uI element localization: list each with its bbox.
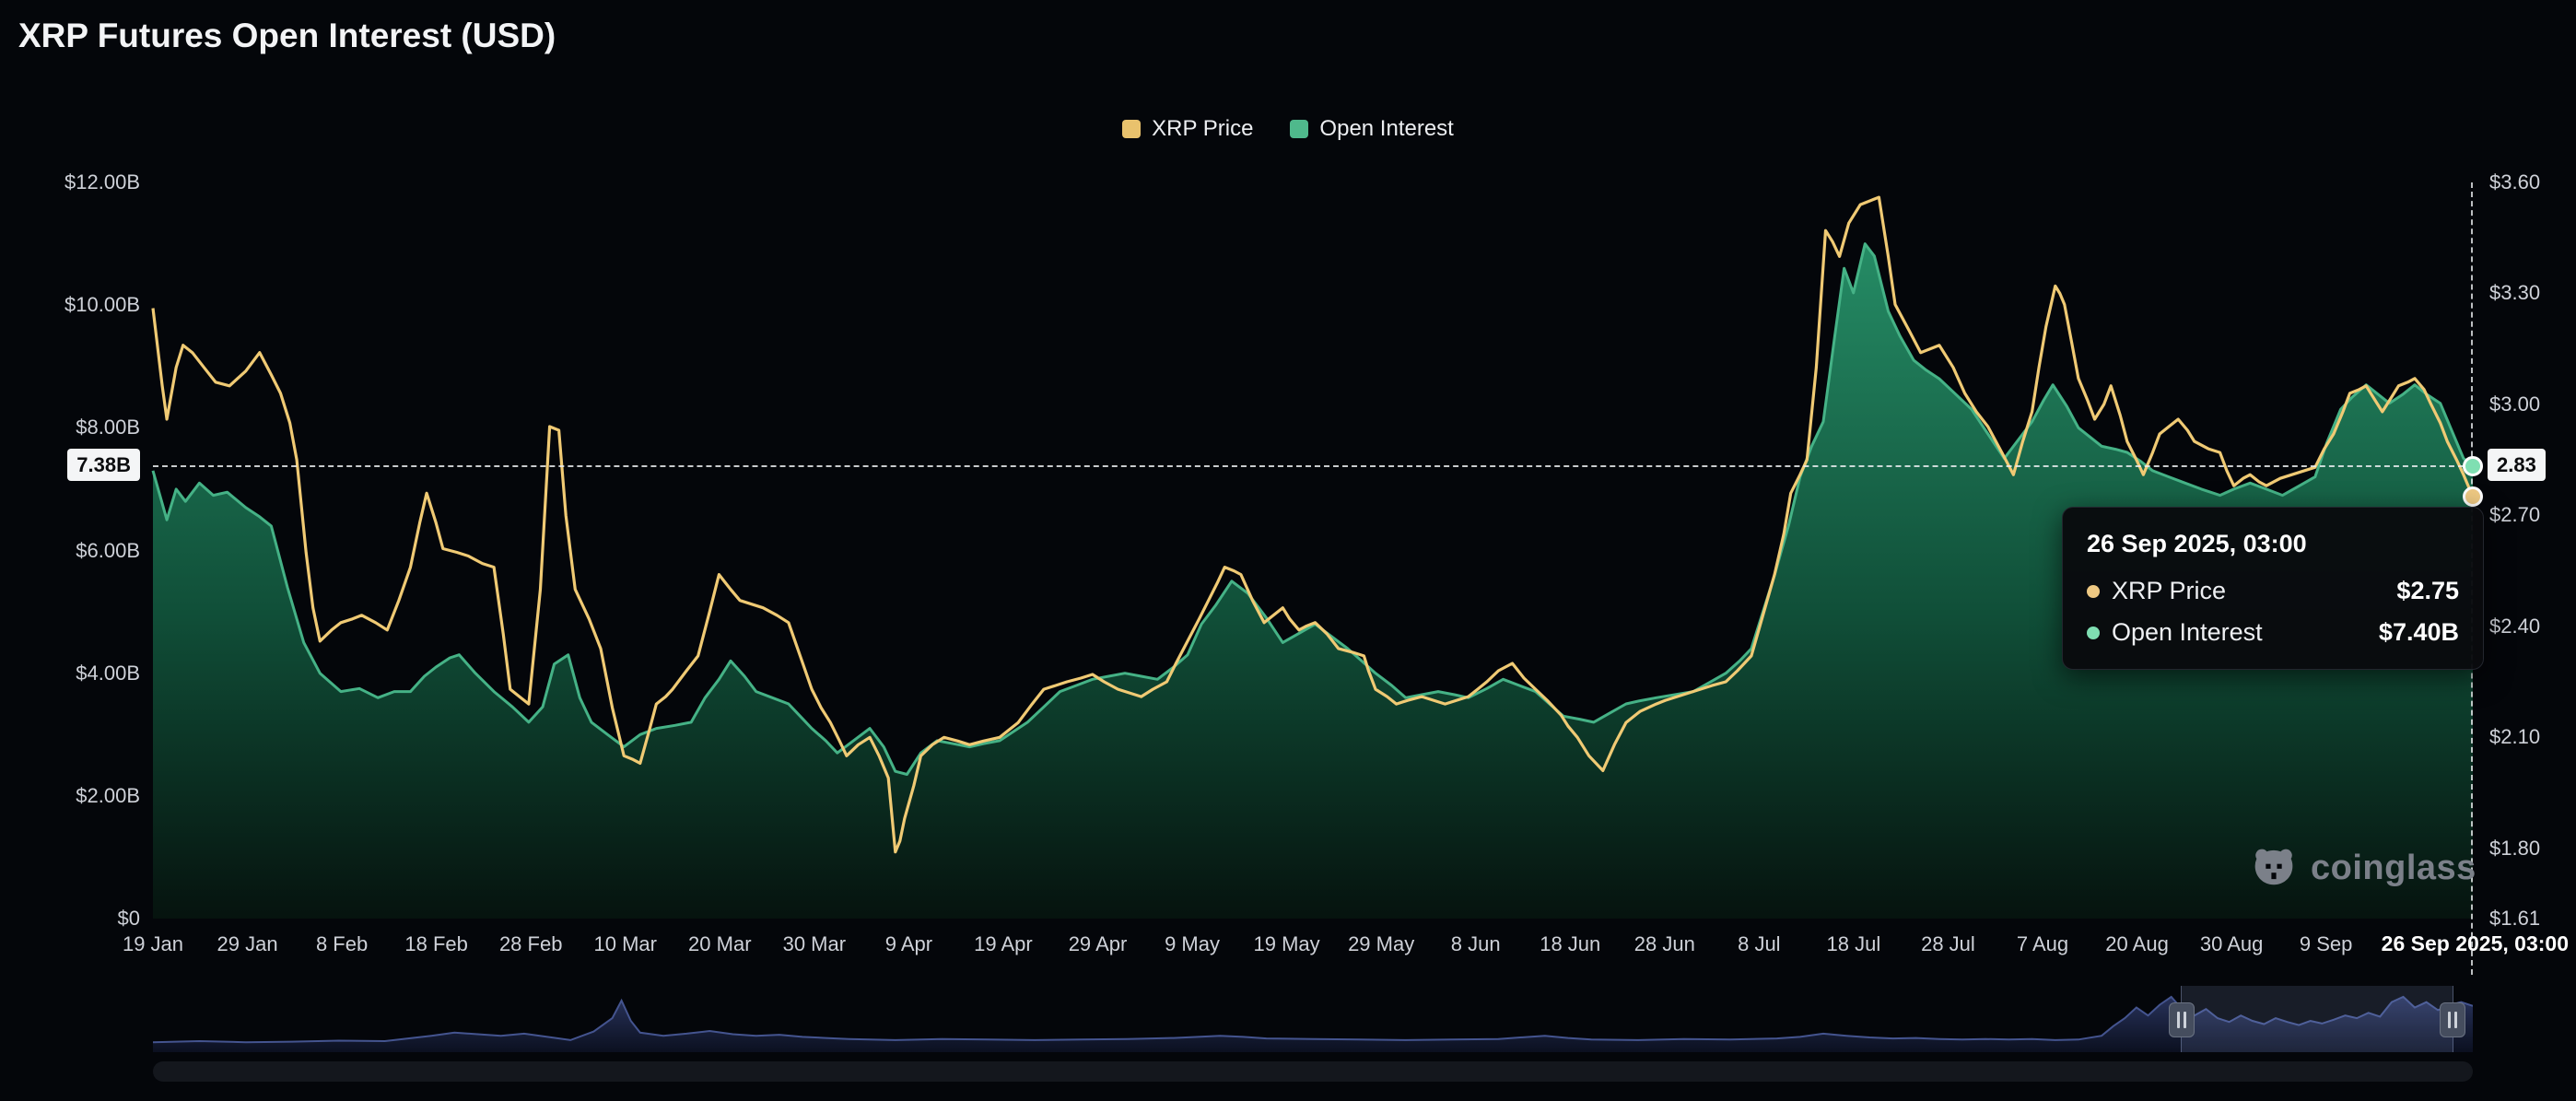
x-axis-tick: 29 May xyxy=(1348,932,1414,956)
x-axis-tick: 9 Apr xyxy=(885,932,932,956)
x-axis-tick: 30 Mar xyxy=(783,932,846,956)
x-axis-tick: 9 May xyxy=(1165,932,1220,956)
x-axis-tick: 29 Jan xyxy=(217,932,278,956)
current-oi-axis-label: 7.38B xyxy=(67,449,140,482)
chart-legend: XRP Price Open Interest xyxy=(0,116,2576,142)
grip-icon xyxy=(2184,1012,2186,1028)
grip-icon xyxy=(2177,1012,2180,1028)
legend-label-xrp-price: XRP Price xyxy=(1152,116,1253,142)
chart-tooltip: 26 Sep 2025, 03:00 XRP Price $2.75 Open … xyxy=(2062,507,2484,670)
x-axis-tick: 19 Apr xyxy=(974,932,1033,956)
watermark-text: coinglass xyxy=(2311,849,2476,888)
x-axis-tick: 19 May xyxy=(1254,932,1320,956)
left-axis-tick: $12.00B xyxy=(0,170,140,194)
xrp-price-swatch-icon xyxy=(1122,120,1141,138)
right-axis-tick: $3.00 xyxy=(2489,392,2540,416)
xrp-price-dot-icon xyxy=(2087,585,2100,598)
open-interest-current-dot-icon xyxy=(2463,456,2483,476)
tooltip-row-open-interest: Open Interest $7.40B xyxy=(2087,618,2459,647)
x-axis-tick: 29 Apr xyxy=(1069,932,1128,956)
left-axis-tick: $4.00B xyxy=(0,662,140,685)
tooltip-date: 26 Sep 2025, 03:00 xyxy=(2087,530,2459,558)
left-axis-tick: $0 xyxy=(0,907,140,931)
x-axis-tick: 19 Jan xyxy=(123,932,183,956)
tooltip-row-xrp-price: XRP Price $2.75 xyxy=(2087,577,2459,605)
coinglass-bear-logo-icon xyxy=(2250,844,2298,892)
x-axis-tick: 20 Aug xyxy=(2105,932,2169,956)
open-interest-dot-icon xyxy=(2087,627,2100,639)
legend-item-xrp-price[interactable]: XRP Price xyxy=(1122,116,1253,142)
x-axis-tick: 10 Mar xyxy=(594,932,657,956)
right-axis-tick: $3.30 xyxy=(2489,281,2540,305)
legend-label-open-interest: Open Interest xyxy=(1319,116,1453,142)
right-axis-tick: $2.70 xyxy=(2489,503,2540,527)
right-axis-tick: $1.80 xyxy=(2489,837,2540,861)
timeline-navigator[interactable] xyxy=(153,986,2473,1052)
coinglass-watermark: coinglass xyxy=(2250,844,2476,892)
x-axis-tick: 30 Aug xyxy=(2200,932,2264,956)
navigator-left-handle[interactable] xyxy=(2169,1002,2195,1037)
x-axis-tick: 9 Sep xyxy=(2300,932,2353,956)
x-axis-tick: 28 Jul xyxy=(1921,932,1975,956)
left-axis-tick: $8.00B xyxy=(0,416,140,439)
x-axis-tick: 7 Aug xyxy=(2017,932,2068,956)
x-axis-tick: 8 Jun xyxy=(1451,932,1501,956)
legend-item-open-interest[interactable]: Open Interest xyxy=(1290,116,1453,142)
tooltip-label-open-interest: Open Interest xyxy=(2112,618,2263,647)
grip-icon xyxy=(2454,1012,2457,1028)
tooltip-value-open-interest: $7.40B xyxy=(2379,618,2459,647)
open-interest-swatch-icon xyxy=(1290,120,1308,138)
navigator-area xyxy=(153,997,2473,1052)
left-axis-tick: $6.00B xyxy=(0,539,140,563)
right-axis-tick: $2.10 xyxy=(2489,725,2540,749)
right-axis-tick: $3.60 xyxy=(2489,170,2540,194)
x-axis-tick: 18 Feb xyxy=(404,932,468,956)
x-axis-tick: 28 Feb xyxy=(499,932,563,956)
x-axis-tick: 28 Jun xyxy=(1634,932,1695,956)
left-axis-tick: $10.00B xyxy=(0,293,140,317)
current-price-axis-label: 2.83 xyxy=(2488,449,2546,482)
navigator-selection[interactable] xyxy=(2181,986,2454,1052)
grip-icon xyxy=(2448,1012,2451,1028)
tooltip-value-xrp-price: $2.75 xyxy=(2396,577,2459,605)
right-axis-tick: $2.40 xyxy=(2489,615,2540,638)
current-oi-crosshair-line xyxy=(153,465,2473,467)
horizontal-scrollbar[interactable] xyxy=(153,1061,2473,1082)
right-axis-tick: $1.61 xyxy=(2489,907,2540,931)
x-axis-tick: 8 Jul xyxy=(1738,932,1780,956)
x-axis-tick: 18 Jul xyxy=(1827,932,1881,956)
x-axis-tick: 20 Mar xyxy=(688,932,751,956)
coinglass-chart-page: XRP Futures Open Interest (USD) XRP Pric… xyxy=(0,0,2576,1101)
tooltip-label-xrp-price: XRP Price xyxy=(2112,577,2226,605)
x-axis-tick: 18 Jun xyxy=(1540,932,1600,956)
x-axis-tick: 8 Feb xyxy=(316,932,368,956)
left-axis-tick: $2.00B xyxy=(0,784,140,808)
xrp-price-current-dot-icon xyxy=(2463,486,2483,507)
navigator-right-handle[interactable] xyxy=(2440,1002,2465,1037)
x-axis-current-date-label: 26 Sep 2025, 03:00 xyxy=(2382,931,2569,956)
page-title: XRP Futures Open Interest (USD) xyxy=(18,17,556,55)
